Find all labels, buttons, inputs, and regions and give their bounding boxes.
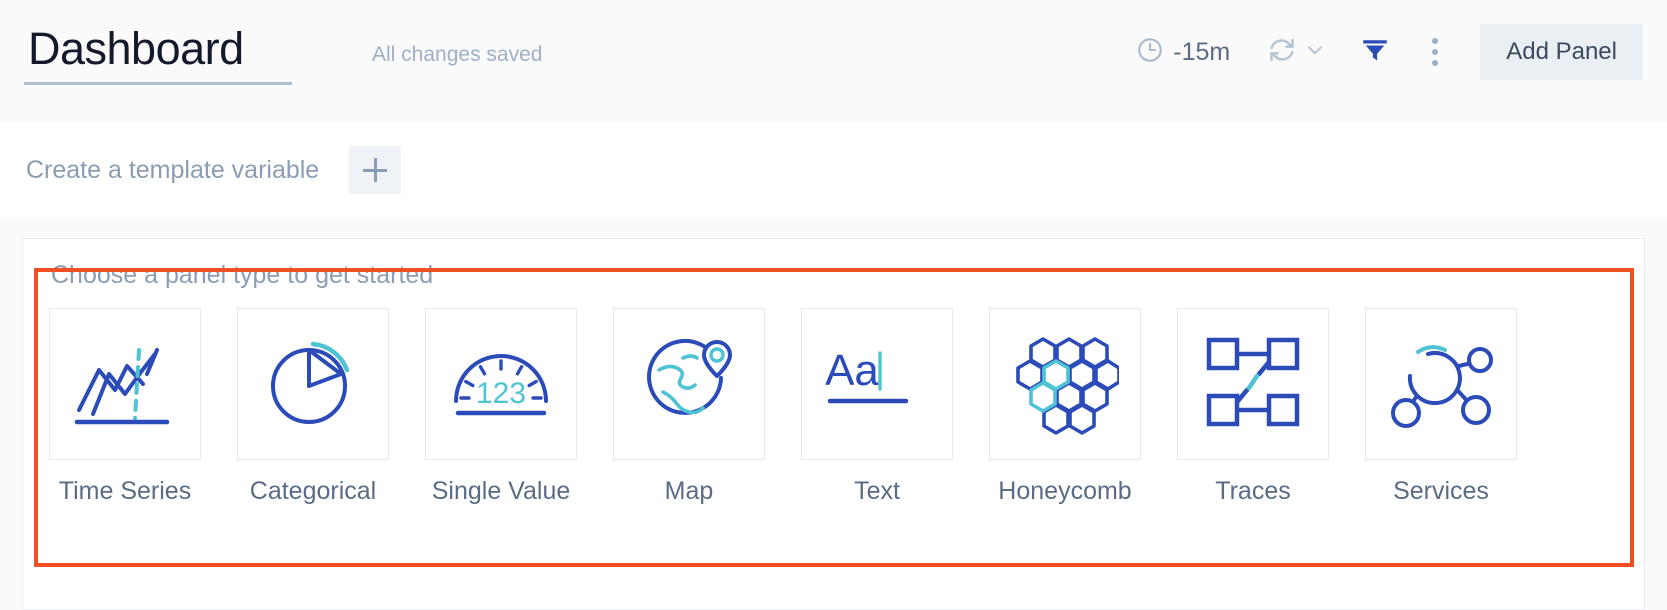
add-template-variable-button[interactable] xyxy=(349,146,402,194)
overflow-menu-button[interactable] xyxy=(1424,34,1446,70)
dashboard-canvas: Choose a panel type to get started Time … xyxy=(0,218,1667,610)
title-underline xyxy=(24,82,292,85)
refresh-control[interactable] xyxy=(1266,34,1328,71)
time-range-picker[interactable]: -15m xyxy=(1136,36,1230,69)
chevron-down-icon[interactable] xyxy=(1302,37,1328,68)
title-block: Dashboard xyxy=(24,22,292,85)
template-variable-label[interactable]: Create a template variable xyxy=(26,156,319,185)
refresh-icon[interactable] xyxy=(1266,34,1298,71)
empty-panel-card: Choose a panel type to get started Time … xyxy=(22,238,1645,610)
kebab-dot xyxy=(1432,38,1439,44)
add-panel-button[interactable]: Add Panel xyxy=(1480,24,1643,80)
time-range-label: -15m xyxy=(1173,37,1231,66)
kebab-dot xyxy=(1432,60,1439,66)
clock-icon xyxy=(1136,36,1164,69)
plus-icon xyxy=(363,158,388,182)
filter-button[interactable] xyxy=(1360,35,1390,70)
kebab-dot xyxy=(1432,49,1439,55)
save-status: All changes saved xyxy=(372,43,543,66)
page-title[interactable]: Dashboard xyxy=(24,22,292,76)
filter-funnel-icon xyxy=(1360,35,1390,70)
dashboard-header: Dashboard All changes saved -15m Add Pan… xyxy=(0,0,1667,122)
header-actions: -15m Add Panel xyxy=(1136,24,1643,80)
panel-chooser-highlight xyxy=(34,268,1634,567)
template-variable-row: Create a template variable xyxy=(0,122,1667,218)
